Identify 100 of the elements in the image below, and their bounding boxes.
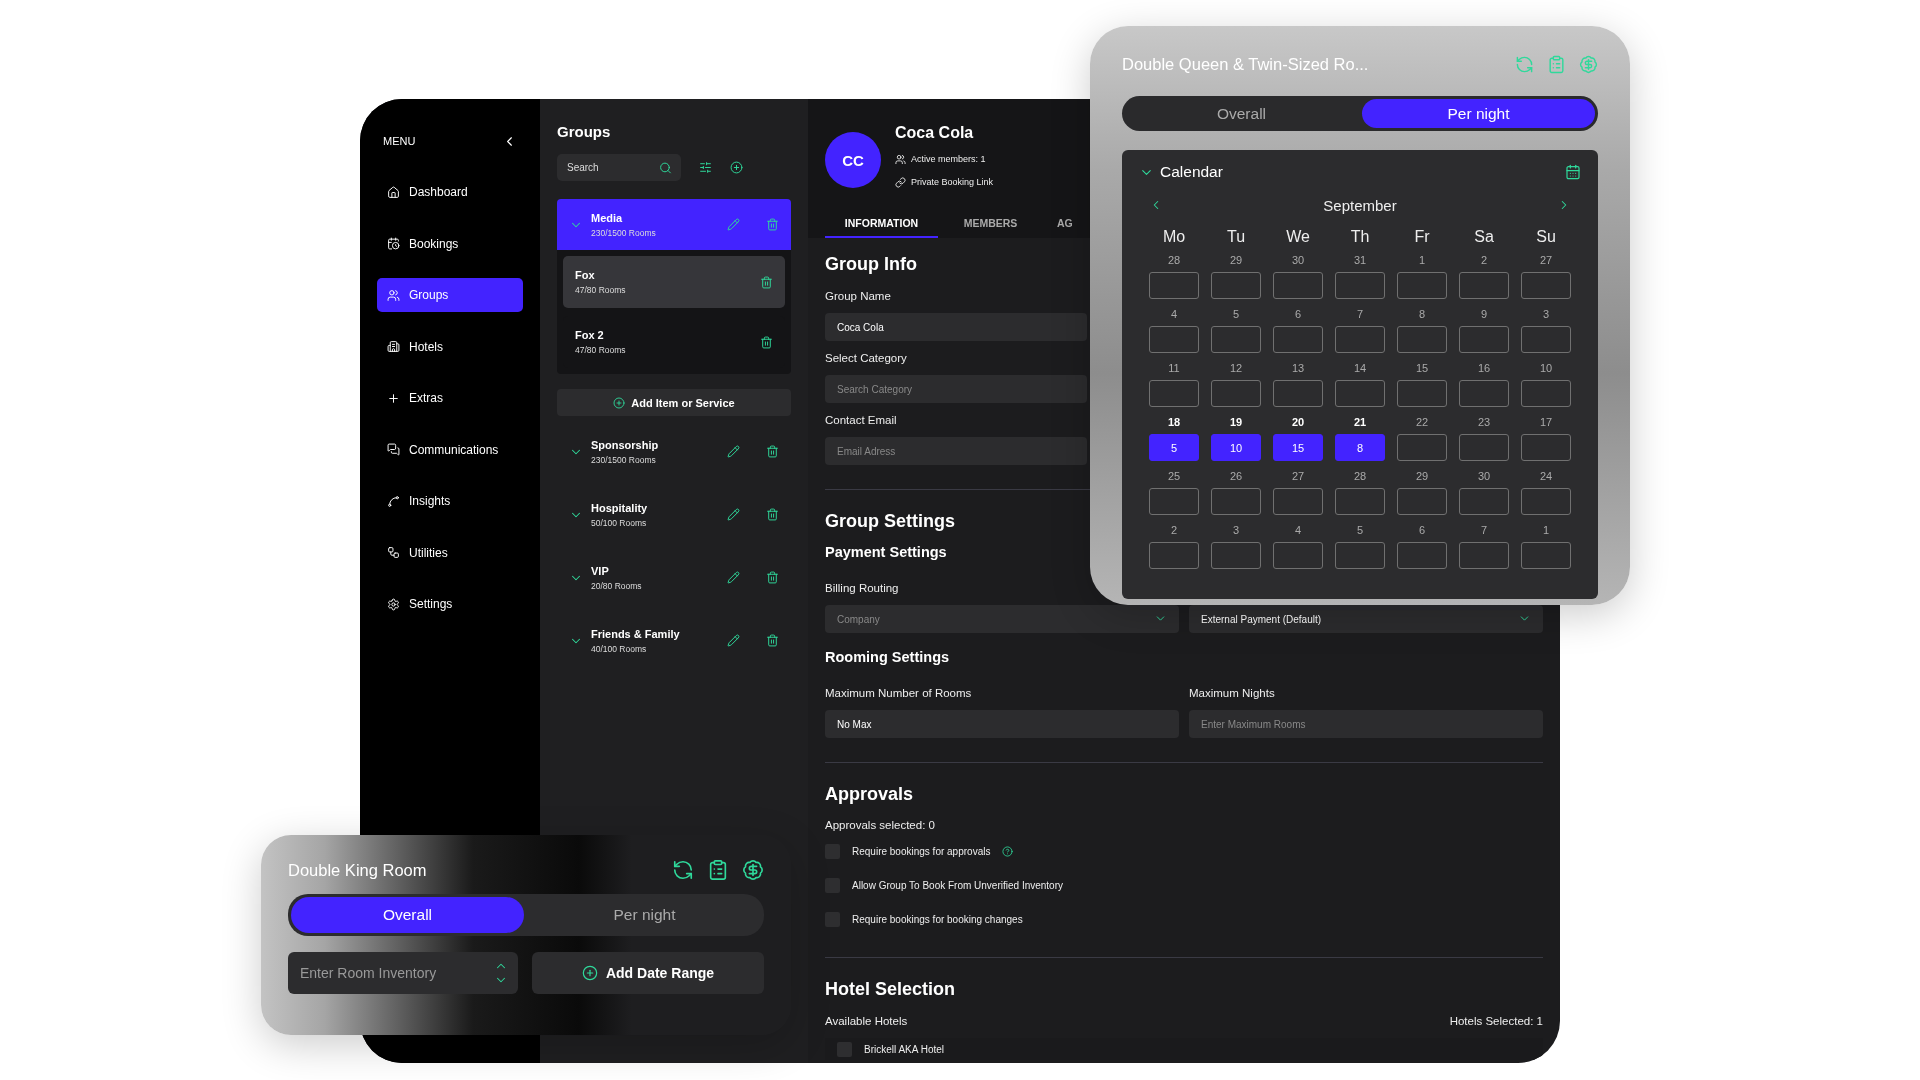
mode-option[interactable]: Overall: [1125, 99, 1358, 128]
day-input[interactable]: [1521, 326, 1571, 353]
clipboard-icon[interactable]: [707, 859, 729, 881]
group-row[interactable]: VIP 20/80 Rooms: [557, 546, 791, 609]
sidebar-item[interactable]: Extras: [377, 381, 523, 415]
sidebar-item[interactable]: Hotels: [377, 329, 523, 364]
day-input[interactable]: [1149, 272, 1199, 299]
sidebar-item[interactable]: Bookings: [377, 226, 523, 261]
day-input[interactable]: [1397, 542, 1447, 569]
select-field[interactable]: External Payment (Default): [1189, 605, 1543, 633]
day-input[interactable]: [1335, 272, 1385, 299]
day-input[interactable]: [1273, 272, 1323, 299]
day-input[interactable]: [1335, 488, 1385, 515]
panel-title: Groups: [557, 123, 611, 140]
field-label: Billing Routing: [825, 581, 899, 595]
refresh-icon[interactable]: [672, 859, 694, 881]
trash-icon[interactable]: [766, 508, 779, 521]
day-input[interactable]: [1397, 326, 1447, 353]
mode-option[interactable]: Overall: [291, 897, 524, 933]
day-input[interactable]: [1397, 272, 1447, 299]
edit-icon[interactable]: [727, 571, 740, 584]
edit-icon[interactable]: [727, 218, 740, 231]
day-input[interactable]: [1211, 326, 1261, 353]
day-input[interactable]: [1149, 488, 1199, 515]
day-input[interactable]: [1459, 326, 1509, 353]
search-field[interactable]: Search: [557, 154, 681, 181]
day-input[interactable]: [1273, 326, 1323, 353]
input-field[interactable]: Email Adress: [825, 437, 1087, 465]
day-input[interactable]: [1521, 488, 1571, 515]
day-input[interactable]: [1149, 380, 1199, 407]
day-input[interactable]: 15: [1273, 434, 1323, 461]
day-input[interactable]: [1335, 380, 1385, 407]
inventory-field[interactable]: Enter Room Inventory: [288, 952, 518, 994]
group-rooms: 230/1500 Rooms: [591, 227, 656, 238]
edit-icon[interactable]: [727, 445, 740, 458]
field-label: Contact Email: [825, 413, 897, 427]
clipboard-icon[interactable]: [1547, 54, 1566, 74]
mode-option[interactable]: Per night: [1362, 99, 1595, 128]
date-number: 12: [1229, 362, 1243, 374]
sidebar-item[interactable]: Utilities: [377, 535, 523, 570]
input-field[interactable]: No Max: [825, 710, 1179, 738]
day-input[interactable]: [1273, 380, 1323, 407]
day-input[interactable]: [1459, 380, 1509, 407]
group-row[interactable]: Hospitality 50/100 Rooms: [557, 483, 791, 546]
trash-icon[interactable]: [760, 335, 773, 349]
day-input[interactable]: [1211, 380, 1261, 407]
sidebar-item[interactable]: Insights: [377, 484, 523, 518]
tab[interactable]: INFORMATION: [825, 216, 938, 238]
day-input[interactable]: [1459, 542, 1509, 569]
trash-icon[interactable]: [766, 571, 779, 584]
sidebar-item[interactable]: Settings: [377, 587, 523, 621]
edit-icon[interactable]: [727, 634, 740, 647]
sidebar-item[interactable]: Dashboard: [377, 175, 523, 209]
input-field[interactable]: Coca Cola: [825, 313, 1087, 341]
day-input[interactable]: [1335, 326, 1385, 353]
trash-icon[interactable]: [766, 445, 779, 458]
day-input[interactable]: 10: [1211, 434, 1261, 461]
day-input[interactable]: 8: [1335, 434, 1385, 461]
day-input[interactable]: [1521, 542, 1571, 569]
add-icon[interactable]: [730, 161, 743, 174]
edit-icon[interactable]: [727, 508, 740, 521]
trash-icon[interactable]: [766, 634, 779, 647]
day-input[interactable]: [1149, 326, 1199, 353]
day-input[interactable]: [1211, 488, 1261, 515]
group-row[interactable]: Friends & Family 40/100 Rooms: [557, 609, 791, 672]
day-input[interactable]: [1397, 434, 1447, 461]
select-field[interactable]: Company: [825, 605, 1179, 633]
mode-option[interactable]: Per night: [528, 897, 761, 933]
dollar-badge-icon[interactable]: [742, 859, 764, 881]
day-input[interactable]: [1149, 542, 1199, 569]
calendar-icon[interactable]: [1565, 164, 1581, 180]
booking-link[interactable]: Private Booking Link: [911, 177, 994, 187]
day-input[interactable]: [1397, 488, 1447, 515]
day-input[interactable]: [1521, 380, 1571, 407]
subgroup-row[interactable]: Fox 47/80 Rooms: [563, 256, 785, 308]
day-input[interactable]: [1521, 272, 1571, 299]
group-row[interactable]: Sponsorship 230/1500 Rooms: [557, 420, 791, 483]
input-field[interactable]: Enter Maximum Rooms: [1189, 710, 1543, 738]
filter-icon[interactable]: [699, 161, 712, 174]
day-input[interactable]: 5: [1149, 434, 1199, 461]
sidebar-item[interactable]: Communications: [377, 432, 523, 467]
day-input[interactable]: [1273, 542, 1323, 569]
day-input[interactable]: [1211, 272, 1261, 299]
tab[interactable]: AG: [1043, 216, 1073, 238]
date-number: 15: [1415, 362, 1429, 374]
day-input[interactable]: [1335, 542, 1385, 569]
day-input[interactable]: [1211, 542, 1261, 569]
day-input[interactable]: [1521, 434, 1571, 461]
add-date-range-button[interactable]: Add Date Range: [532, 952, 764, 994]
day-input[interactable]: [1459, 434, 1509, 461]
day-input[interactable]: [1459, 488, 1509, 515]
day-input[interactable]: [1459, 272, 1509, 299]
input-field[interactable]: Search Category: [825, 375, 1087, 403]
day-input[interactable]: [1397, 380, 1447, 407]
day-input[interactable]: [1273, 488, 1323, 515]
group-row[interactable]: Media 230/1500 Rooms: [557, 199, 791, 250]
add-item-button[interactable]: Add Item or Service: [557, 389, 791, 416]
tab[interactable]: MEMBERS: [938, 216, 1043, 238]
sidebar-item[interactable]: Groups: [377, 278, 523, 312]
trash-icon[interactable]: [760, 275, 773, 289]
